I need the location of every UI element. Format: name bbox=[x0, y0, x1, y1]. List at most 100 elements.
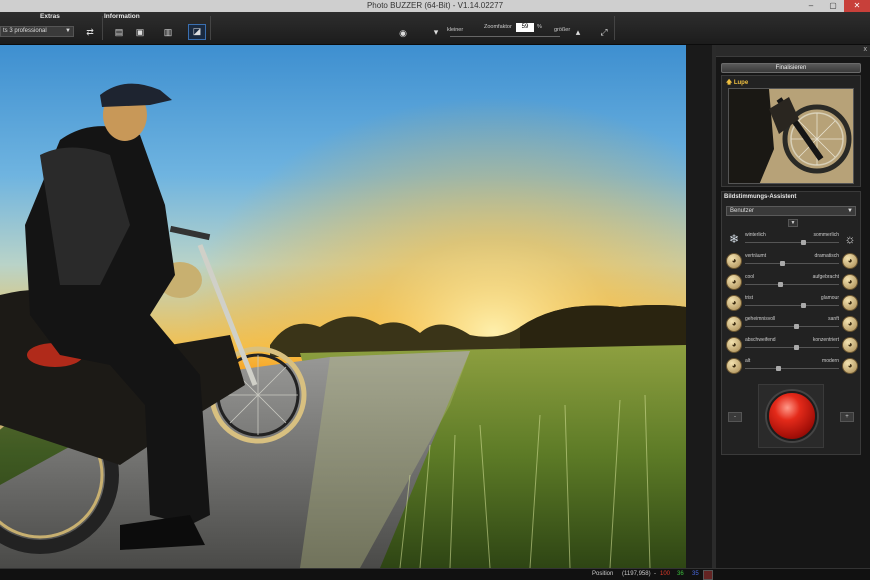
loupe-box: 🡅 Lupe bbox=[721, 75, 861, 187]
mood-row: ◕ abschweifend konzentriert ◕ bbox=[724, 337, 858, 355]
zoom-slider[interactable] bbox=[450, 36, 560, 37]
modern-face-icon[interactable]: ◕ bbox=[842, 358, 858, 374]
mood-row: ◕ verträumt dramatisch ◕ bbox=[724, 253, 858, 271]
color-swatch bbox=[703, 570, 713, 580]
eye-icon[interactable]: ◉ bbox=[397, 27, 409, 39]
wandering-face-icon[interactable]: ◕ bbox=[726, 337, 742, 353]
zoom-out-icon[interactable]: ▾ bbox=[430, 26, 442, 38]
export-icon[interactable]: ⇄ bbox=[84, 26, 96, 38]
zoom-factor-input[interactable]: 59 bbox=[516, 23, 534, 32]
finalize-button[interactable]: Finalisieren bbox=[721, 63, 861, 73]
mood-row: ◕ geheimnisvoll sanft ◕ bbox=[724, 316, 858, 334]
preset-select-value: ts 3 professional bbox=[3, 28, 47, 34]
mood-slider-track[interactable] bbox=[745, 284, 839, 285]
mood-slider-track[interactable] bbox=[745, 368, 839, 369]
sun-icon[interactable]: ☼ bbox=[842, 232, 858, 248]
information-label: Information bbox=[104, 13, 140, 20]
document-icon[interactable]: ▤ bbox=[113, 26, 125, 38]
loupe-title: 🡅 Lupe bbox=[726, 78, 748, 88]
toolbar: Extras Information ts 3 professional ▼ ⇄… bbox=[0, 12, 870, 45]
compare-icon[interactable]: ▥ bbox=[162, 26, 174, 38]
buzzer-button-frame bbox=[758, 384, 824, 448]
zoom-smaller-label: kleiner bbox=[447, 27, 464, 33]
mood-right-label: aufgebracht bbox=[812, 274, 839, 280]
blue-value: 35 bbox=[692, 571, 699, 577]
mood-right-label: modern bbox=[822, 358, 839, 364]
window-title: Photo BUZZER (64-Bit) - V1.14.02277 bbox=[366, 1, 504, 10]
mood-left-label: abschweifend bbox=[745, 337, 776, 343]
status-bar: Position (1197,958) - 100 36 35 bbox=[0, 568, 870, 580]
window-controls: – ▢ ✕ bbox=[800, 0, 870, 12]
cool-face-icon[interactable]: ◕ bbox=[726, 274, 742, 290]
film-icon[interactable]: ▣ bbox=[132, 26, 148, 38]
mood-slider-track[interactable] bbox=[745, 305, 839, 306]
buzzer-button[interactable] bbox=[767, 391, 817, 441]
mood-row: ◕ alt modern ◕ bbox=[724, 358, 858, 376]
histogram-icon[interactable]: ◪ bbox=[188, 24, 206, 40]
focused-face-icon[interactable]: ◕ bbox=[842, 337, 858, 353]
mood-dropdown-button[interactable]: ▼ bbox=[788, 219, 798, 227]
glamour-face-icon[interactable]: ◕ bbox=[842, 295, 858, 311]
chevron-down-icon: ▼ bbox=[847, 208, 853, 214]
mysterious-face-icon[interactable]: ◕ bbox=[726, 316, 742, 332]
position-label: Position bbox=[592, 571, 614, 577]
image-canvas[interactable] bbox=[0, 45, 686, 568]
loupe-title-text: Lupe bbox=[733, 80, 749, 86]
increase-button[interactable]: + bbox=[840, 412, 854, 422]
mood-slider-handle[interactable] bbox=[800, 240, 806, 245]
assistant-preset-value: Benutzer bbox=[730, 208, 755, 214]
chevron-down-icon: ▼ bbox=[65, 28, 71, 34]
mood-left-label: cool bbox=[745, 274, 755, 280]
panel-close-icon[interactable]: x bbox=[864, 46, 868, 53]
zoom-unit: % bbox=[537, 24, 542, 30]
mood-slider-handle[interactable] bbox=[776, 366, 782, 371]
mood-row: ❄ winterlich sommerlich ☼ bbox=[724, 232, 858, 250]
gentle-face-icon[interactable]: ◕ bbox=[842, 316, 858, 332]
sad-face-icon[interactable]: ◕ bbox=[726, 295, 742, 311]
angry-face-icon[interactable]: ◕ bbox=[842, 274, 858, 290]
photo-illustration bbox=[0, 45, 686, 568]
dramatic-face-icon[interactable]: ◕ bbox=[842, 253, 858, 269]
mood-left-label: winterlich bbox=[745, 232, 766, 238]
maximize-button[interactable]: ▢ bbox=[822, 0, 844, 12]
mood-assistant-box: Bildstimmungs-Assistent Benutzer ▼ ▼ ❄ wi… bbox=[721, 191, 861, 455]
loupe-preview bbox=[728, 88, 854, 184]
title-bar: Photo BUZZER (64-Bit) - V1.14.02277 – ▢ … bbox=[0, 0, 870, 12]
mood-slider-track[interactable] bbox=[745, 263, 839, 264]
assistant-title: Bildstimmungs-Assistent bbox=[724, 194, 797, 200]
assistant-preset-select[interactable]: Benutzer ▼ bbox=[726, 206, 856, 216]
dreamy-face-icon[interactable]: ◕ bbox=[726, 253, 742, 269]
position-separator: - bbox=[654, 571, 656, 577]
close-button[interactable]: ✕ bbox=[844, 0, 870, 12]
minimize-button[interactable]: – bbox=[800, 0, 822, 12]
mood-right-label: dramatisch bbox=[814, 253, 839, 259]
red-value: 100 bbox=[660, 571, 671, 577]
mood-left-label: trist bbox=[745, 295, 754, 301]
zoom-larger-label: größer bbox=[554, 27, 571, 33]
mood-row: ◕ trist glamour ◕ bbox=[724, 295, 858, 313]
mood-right-label: konzentriert bbox=[812, 337, 839, 343]
mood-row: ◕ cool aufgebracht ◕ bbox=[724, 274, 858, 292]
panel-header: x bbox=[716, 45, 870, 57]
fit-to-window-icon[interactable]: ⤢ bbox=[598, 26, 610, 38]
mood-slider-handle[interactable] bbox=[794, 324, 800, 329]
mood-slider-track[interactable] bbox=[745, 347, 839, 348]
mood-slider-track[interactable] bbox=[745, 242, 839, 243]
zoom-factor-label: Zoomfaktor bbox=[484, 24, 512, 30]
snowflake-icon[interactable]: ❄ bbox=[726, 232, 742, 248]
right-panel: x Finalisieren 🡅 Lupe Bildstimmungs-Assi… bbox=[716, 45, 870, 568]
zoom-in-icon[interactable]: ▴ bbox=[572, 26, 584, 38]
old-face-icon[interactable]: ◕ bbox=[726, 358, 742, 374]
mood-left-label: verträumt bbox=[745, 253, 767, 259]
mood-slider-handle[interactable] bbox=[780, 261, 786, 266]
decrease-button[interactable]: - bbox=[728, 412, 742, 422]
mood-left-label: geheimnisvoll bbox=[745, 316, 776, 322]
mood-slider-handle[interactable] bbox=[778, 282, 784, 287]
mood-slider-handle[interactable] bbox=[794, 345, 800, 350]
mood-slider-handle[interactable] bbox=[800, 303, 806, 308]
preset-select[interactable]: ts 3 professional ▼ bbox=[0, 26, 74, 37]
loupe-illustration bbox=[729, 89, 853, 183]
mood-left-label: alt bbox=[745, 358, 751, 364]
mood-slider-track[interactable] bbox=[745, 326, 839, 327]
mood-right-label: glamour bbox=[820, 295, 839, 301]
